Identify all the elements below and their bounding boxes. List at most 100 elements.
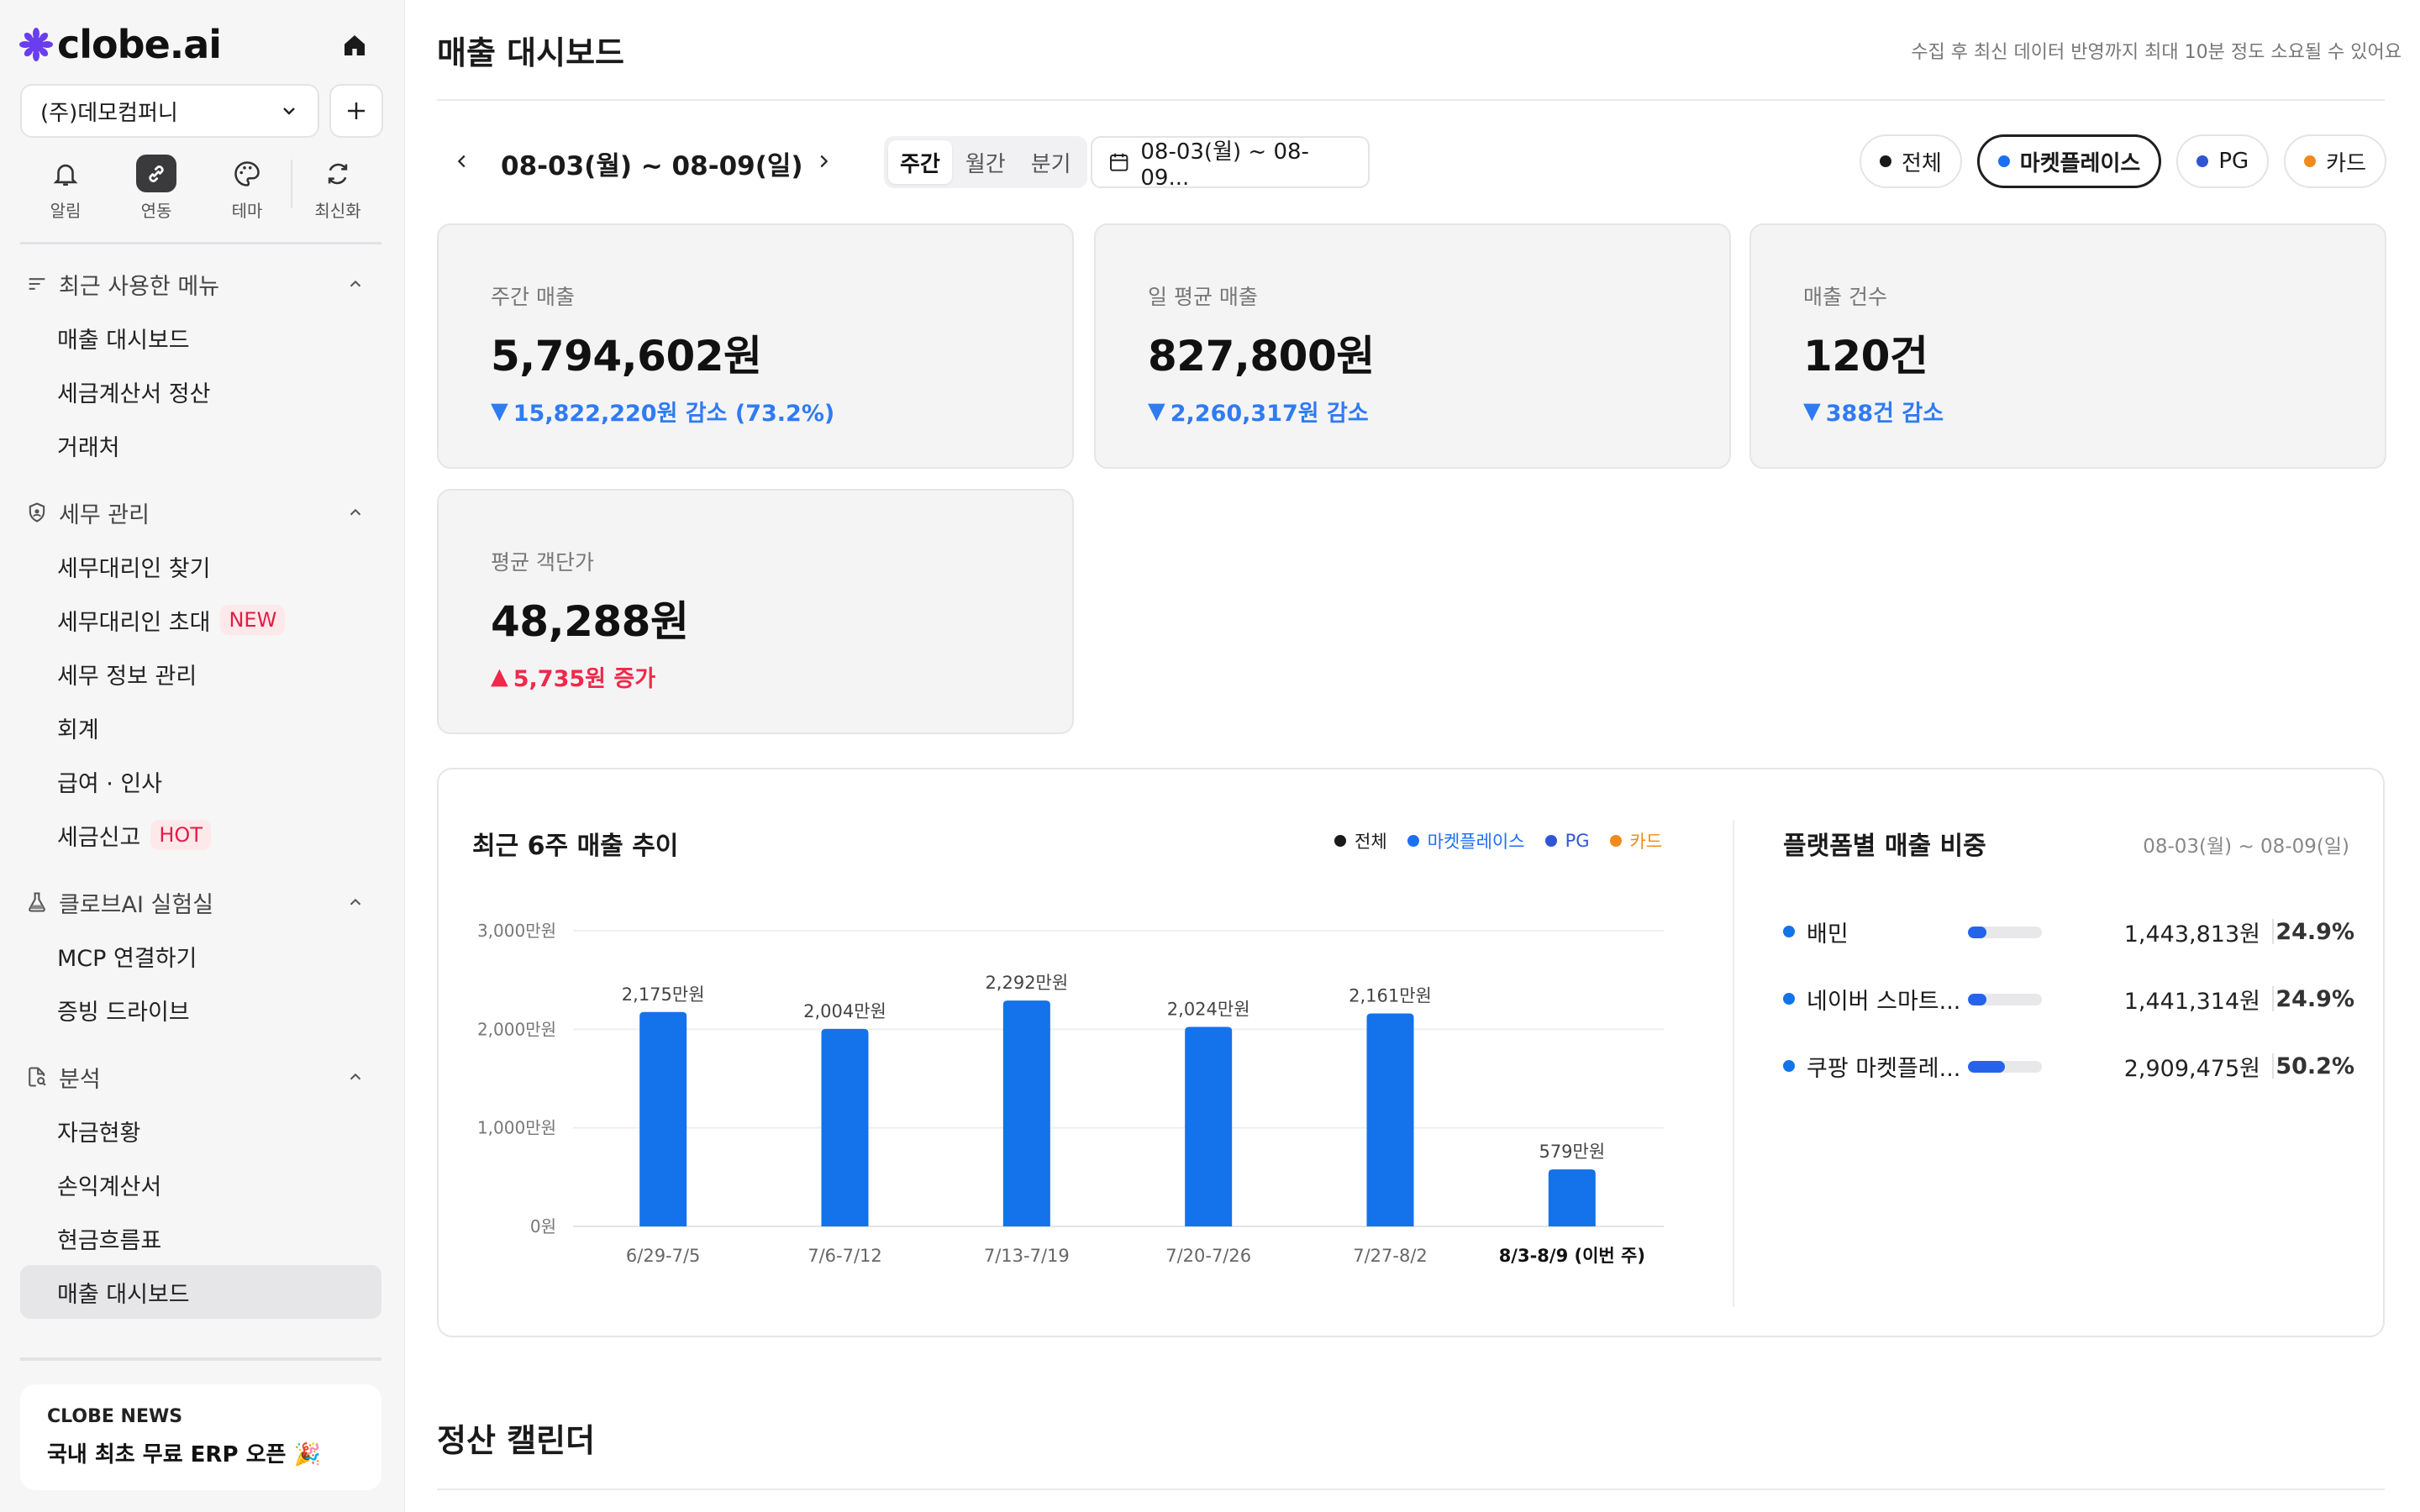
platform-share-bar <box>1968 927 2042 938</box>
triangle-up-icon: ▲ <box>491 664 508 690</box>
nav-group-header[interactable]: 세무 관리 <box>20 486 381 539</box>
hot-badge: HOT <box>150 820 211 850</box>
platform-percent: 50.2% <box>2275 1053 2354 1079</box>
sidebar-item-accounting[interactable]: 회계 <box>20 701 381 754</box>
nav-group-header[interactable]: 최근 사용한 메뉴 <box>20 257 381 311</box>
quick-label: 알림 <box>50 201 82 221</box>
y-tick-label: 1,000만원 <box>477 1118 556 1138</box>
platform-name-text: 쿠팡 마켓플레... <box>1807 1055 1961 1082</box>
recent-menu-icon <box>29 278 45 290</box>
date-picker[interactable]: 08-03(월) ~ 08-09... <box>1091 136 1370 191</box>
kpi-delta-text: 15,822,220원 감소 (73.2%) <box>513 401 835 427</box>
platform-row[interactable]: 배민 1,443,813원 24.9% <box>1783 911 2354 953</box>
period-quarter-tab[interactable]: 분기 <box>1019 140 1083 184</box>
sidebar-item-tax-info[interactable]: 세무 정보 관리 <box>20 647 381 701</box>
quick-actions: 알림 연동 테마 최신화 <box>20 155 383 222</box>
platform-separator <box>2272 1053 2274 1079</box>
chevron-up-icon <box>350 898 361 906</box>
bar <box>639 1011 687 1226</box>
quick-theme-button[interactable]: 테마 <box>202 155 292 222</box>
platform-share-bar <box>1968 1061 2042 1073</box>
kpi-sales-count: 매출 건수 120건 ▼ 388건 감소 <box>1749 223 2386 469</box>
kpi-delta: ▼ 15,822,220원 감소 (73.2%) <box>491 395 1020 428</box>
calendar-divider <box>437 1488 2385 1490</box>
sidebar-item-funds[interactable]: 자금현황 <box>20 1104 381 1158</box>
prev-period-button[interactable] <box>447 146 477 176</box>
nav-group-title: 분석 <box>59 1066 101 1093</box>
filter-dot <box>2196 155 2209 167</box>
next-period-button[interactable] <box>808 146 839 176</box>
clobe-logo-icon <box>19 28 53 61</box>
nav-item-label: 매출 대시보드 <box>57 327 190 354</box>
sidebar-item-find-agent[interactable]: 세무대리인 찾기 <box>20 539 381 593</box>
filter-pg-chip[interactable]: PG <box>2176 134 2270 188</box>
nav-group-header[interactable]: 분석 <box>20 1050 381 1104</box>
period-monthly-tab[interactable]: 월간 <box>954 140 1018 184</box>
add-company-button[interactable] <box>329 84 383 138</box>
news-tag: CLOBE NEWS <box>47 1406 183 1427</box>
nav-item-label: 매출 대시보드 <box>57 1281 190 1308</box>
nav-group-title: 클로브AI 실험실 <box>59 891 214 918</box>
nav-item-label: 세금신고 <box>57 824 141 851</box>
link-icon <box>136 155 176 192</box>
platform-name: 네이버 스마트... <box>1783 983 1968 1016</box>
sidebar-item-mcp[interactable]: MCP 연결하기 <box>20 929 381 983</box>
brand-name: clobe.ai <box>57 22 222 67</box>
filter-label: PG <box>2218 149 2249 174</box>
quick-refresh-button[interactable]: 최신화 <box>292 155 383 222</box>
sales-trend-panel: 최근 6주 매출 추이 전체 마켓플레이스 PG 카드 0원 1,000만원 2,0… <box>437 768 2385 1337</box>
x-tick-label: 6/29-7/5 <box>626 1246 701 1266</box>
sidebar-item-sales-dashboard-active[interactable]: 매출 대시보드 <box>20 1265 381 1319</box>
platform-amount: 1,441,314원 <box>2123 988 2260 1015</box>
home-button[interactable] <box>338 29 371 62</box>
sidebar-item-tax-filing[interactable]: 세금신고 HOT <box>20 808 381 862</box>
kpi-value: 5,794,602원 <box>491 332 762 381</box>
bell-icon <box>45 155 86 192</box>
date-range-label: 08-03(월) ~ 08-09(일) <box>501 151 803 181</box>
settlement-calendar-title: 정산 캘린더 <box>437 1422 596 1459</box>
period-weekly-tab[interactable]: 주간 <box>888 140 952 184</box>
sidebar-item-tax-invoice[interactable]: 세금계산서 정산 <box>20 365 381 418</box>
quick-link-button[interactable]: 연동 <box>111 155 202 222</box>
chevron-up-icon <box>350 508 361 516</box>
nav-item-label: 세무대리인 초대 <box>57 609 211 636</box>
nav-item-label: 세무대리인 찾기 <box>57 555 211 582</box>
nav-item-label: 손익계산서 <box>57 1173 162 1200</box>
header-divider <box>437 99 2385 101</box>
filter-marketplace-chip[interactable]: 마켓플레이스 <box>1976 134 2162 188</box>
y-tick-label: 2,000만원 <box>477 1019 556 1039</box>
platform-share-fill <box>1968 1061 2006 1073</box>
news-title: 국내 최초 무료 ERP 오픈 🎉 <box>47 1442 321 1467</box>
sidebar-item-invite-agent[interactable]: 세무대리인 초대 NEW <box>20 593 381 647</box>
quick-alert-button[interactable]: 알림 <box>20 155 111 222</box>
brand[interactable]: clobe.ai <box>18 22 222 67</box>
sidebar-item-clients[interactable]: 거래처 <box>20 418 381 472</box>
filter-card-chip[interactable]: 카드 <box>2284 134 2386 188</box>
nav-group-title: 최근 사용한 메뉴 <box>59 273 220 300</box>
nav-group-header[interactable]: 클로브AI 실험실 <box>20 875 381 929</box>
sidebar-item-cash-flow[interactable]: 현금흐름표 <box>20 1211 381 1265</box>
filter-all-chip[interactable]: 전체 <box>1859 134 1962 188</box>
platform-share-range: 08-03(월) ~ 08-09(일) <box>2143 836 2349 858</box>
kpi-value: 120건 <box>1803 332 1928 381</box>
date-picker-value: 08-03(월) ~ 08-09... <box>1140 139 1309 191</box>
kpi-average-order: 평균 객단가 48,288원 ▲ 5,735원 증가 <box>437 489 1074 734</box>
calendar-icon <box>1110 153 1128 171</box>
nav-item-label: 거래처 <box>57 434 120 461</box>
sidebar-item-evidence-drive[interactable]: 증빙 드라이브 <box>20 983 381 1037</box>
platform-row[interactable]: 네이버 스마트... 1,441,314원 24.9% <box>1783 978 2354 1020</box>
kpi-label: 평균 객단가 <box>491 550 594 575</box>
company-selector[interactable]: (주)데모컴퍼니 <box>20 84 319 138</box>
y-tick-label: 0원 <box>530 1216 556 1236</box>
news-card[interactable]: CLOBE NEWS 국내 최초 무료 ERP 오픈 🎉 <box>20 1384 381 1490</box>
nav-item-label: 세무 정보 관리 <box>57 663 197 690</box>
sidebar-item-sales-dashboard[interactable]: 매출 대시보드 <box>20 311 381 365</box>
platform-name: 쿠팡 마켓플레... <box>1783 1050 1968 1083</box>
sidebar-item-payroll[interactable]: 급여 · 인사 <box>20 754 381 808</box>
sidebar-item-income-statement[interactable]: 손익계산서 <box>20 1158 381 1211</box>
nav-item-label: 현금흐름표 <box>57 1227 162 1254</box>
platform-row[interactable]: 쿠팡 마켓플레... 2,909,475원 50.2% <box>1783 1045 2354 1087</box>
platform-share-title: 플랫폼별 매출 비중 <box>1783 832 1986 861</box>
filter-dot <box>2304 155 2317 167</box>
kpi-delta-text: 2,260,317원 감소 <box>1170 401 1369 427</box>
